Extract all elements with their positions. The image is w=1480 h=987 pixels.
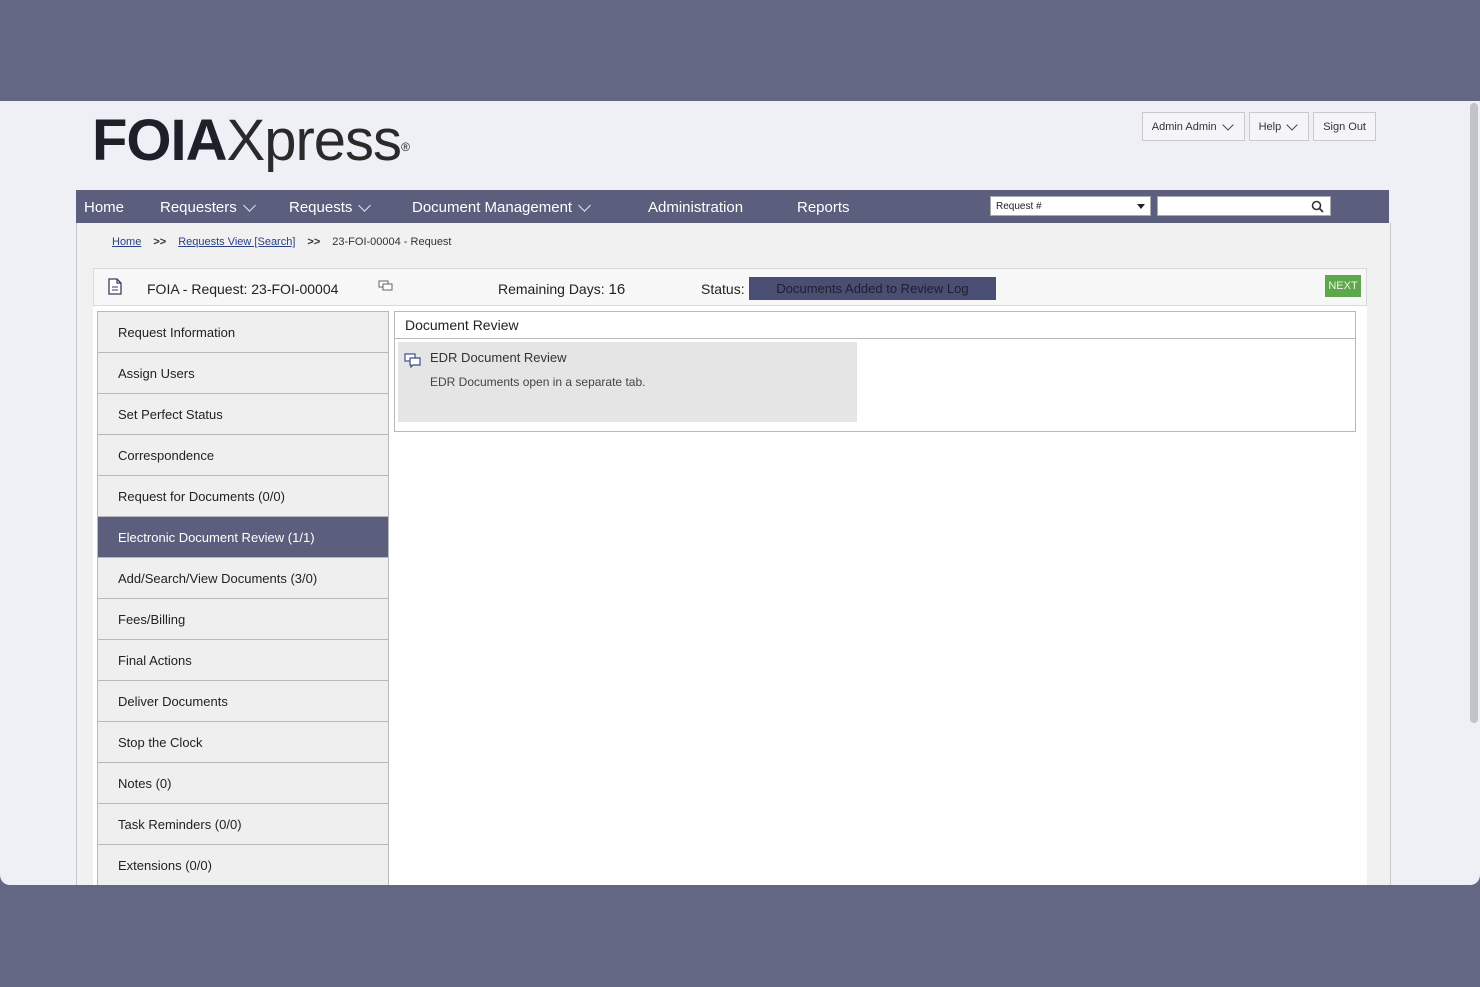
status-label: Status: [701, 281, 745, 297]
sidebar-item-stop-the-clock[interactable]: Stop the Clock [98, 722, 388, 763]
comments-icon [404, 353, 422, 373]
sidebar-item-correspondence[interactable]: Correspondence [98, 435, 388, 476]
chevron-down-icon [358, 198, 372, 212]
main-nav: Home Requesters Requests Document Manage… [76, 190, 1389, 223]
sidebar-item-request-information[interactable]: Request Information [98, 312, 388, 353]
nav-reports-label: Reports [797, 199, 850, 216]
app-window: FOIAXpress® Admin Admin Help Sign Out Ho… [0, 101, 1480, 885]
sidebar-item-add-search-view-documents[interactable]: Add/Search/View Documents (3/0) [98, 558, 388, 599]
nav-requests[interactable]: Requests [289, 198, 372, 216]
edr-card-title[interactable]: EDR Document Review [430, 350, 567, 365]
status-badge: Documents Added to Review Log [749, 277, 996, 300]
edr-document-review-card[interactable]: EDR Document Review EDR Documents open i… [398, 342, 857, 422]
sidebar-item-final-actions[interactable]: Final Actions [98, 640, 388, 681]
breadcrumb-requests-view[interactable]: Requests View [Search] [178, 236, 295, 248]
nav-document-management[interactable]: Document Management [412, 198, 592, 216]
nav-document-management-label: Document Management [412, 199, 573, 216]
logo-registered: ® [401, 140, 410, 154]
chevron-down-icon [1221, 118, 1234, 131]
breadcrumb: Home >> Requests View [Search] >> 23-FOI… [112, 236, 452, 248]
search-type-value: Request # [996, 200, 1042, 212]
user-name: Admin Admin [1151, 120, 1217, 133]
remaining-days: Remaining Days: 16 [498, 281, 625, 298]
chevron-down-icon [242, 198, 256, 212]
request-title: FOIA - Request: 23-FOI-00004 [147, 281, 339, 297]
nav-reports[interactable]: Reports [797, 199, 850, 216]
request-header-bar: FOIA - Request: 23-FOI-00004 Remaining D… [93, 268, 1367, 306]
sidebar-item-notes[interactable]: Notes (0) [98, 763, 388, 804]
page-scrollbar[interactable] [1470, 103, 1478, 723]
foiaxpress-logo: FOIAXpress® [92, 108, 410, 173]
nav-administration-label: Administration [648, 199, 744, 216]
sign-out-label: Sign Out [1323, 120, 1366, 133]
sidebar-item-electronic-document-review[interactable]: Electronic Document Review (1/1) [98, 517, 388, 558]
user-menu: Admin Admin Help Sign Out [1141, 112, 1376, 141]
breadcrumb-home[interactable]: Home [112, 236, 141, 248]
search-icon[interactable] [1311, 200, 1324, 218]
sidebar-item-fees-billing[interactable]: Fees/Billing [98, 599, 388, 640]
search-input[interactable] [1157, 196, 1331, 216]
nav-administration[interactable]: Administration [648, 199, 743, 216]
help-label: Help [1258, 120, 1282, 133]
comments-icon[interactable] [378, 280, 394, 298]
document-review-section: Document Review EDR Document Review EDR … [394, 311, 1356, 432]
sidebar-item-assign-users[interactable]: Assign Users [98, 353, 388, 394]
request-sidebar: Request Information Assign Users Set Per… [97, 311, 389, 885]
sidebar-item-set-perfect-status[interactable]: Set Perfect Status [98, 394, 388, 435]
breadcrumb-separator: >> [307, 236, 321, 248]
document-review-header: Document Review [395, 312, 1355, 339]
user-menu-button[interactable]: Admin Admin [1141, 112, 1245, 141]
remaining-days-value: 16 [608, 281, 626, 298]
sign-out-button[interactable]: Sign Out [1313, 112, 1376, 141]
nav-requesters-label: Requesters [160, 199, 237, 216]
breadcrumb-separator: >> [153, 236, 167, 248]
sidebar-item-extensions[interactable]: Extensions (0/0) [98, 845, 388, 885]
help-menu-button[interactable]: Help [1248, 112, 1310, 141]
search-type-select[interactable]: Request # [990, 196, 1151, 216]
sidebar-item-task-reminders[interactable]: Task Reminders (0/0) [98, 804, 388, 845]
breadcrumb-current: 23-FOI-00004 - Request [332, 236, 452, 248]
nav-requests-label: Requests [289, 199, 353, 216]
logo-regular: Xpress [226, 108, 403, 173]
remaining-days-label: Remaining Days: [498, 281, 605, 297]
nav-home[interactable]: Home [84, 199, 124, 216]
chevron-down-icon [1286, 118, 1298, 131]
document-icon [108, 278, 122, 300]
next-button[interactable]: NEXT [1325, 275, 1361, 297]
nav-requesters[interactable]: Requesters [160, 198, 257, 216]
chevron-down-icon [578, 198, 591, 212]
sidebar-item-deliver-documents[interactable]: Deliver Documents [98, 681, 388, 722]
request-panel: Request Information Assign Users Set Per… [93, 306, 1367, 885]
sidebar-item-request-for-documents[interactable]: Request for Documents (0/0) [98, 476, 388, 517]
main-content: Home >> Requests View [Search] >> 23-FOI… [76, 223, 1391, 885]
nav-home-label: Home [84, 199, 125, 216]
logo-bold: FOIA [92, 108, 228, 173]
edr-card-subtitle: EDR Documents open in a separate tab. [430, 375, 646, 389]
dropdown-arrow-icon [1137, 204, 1145, 209]
